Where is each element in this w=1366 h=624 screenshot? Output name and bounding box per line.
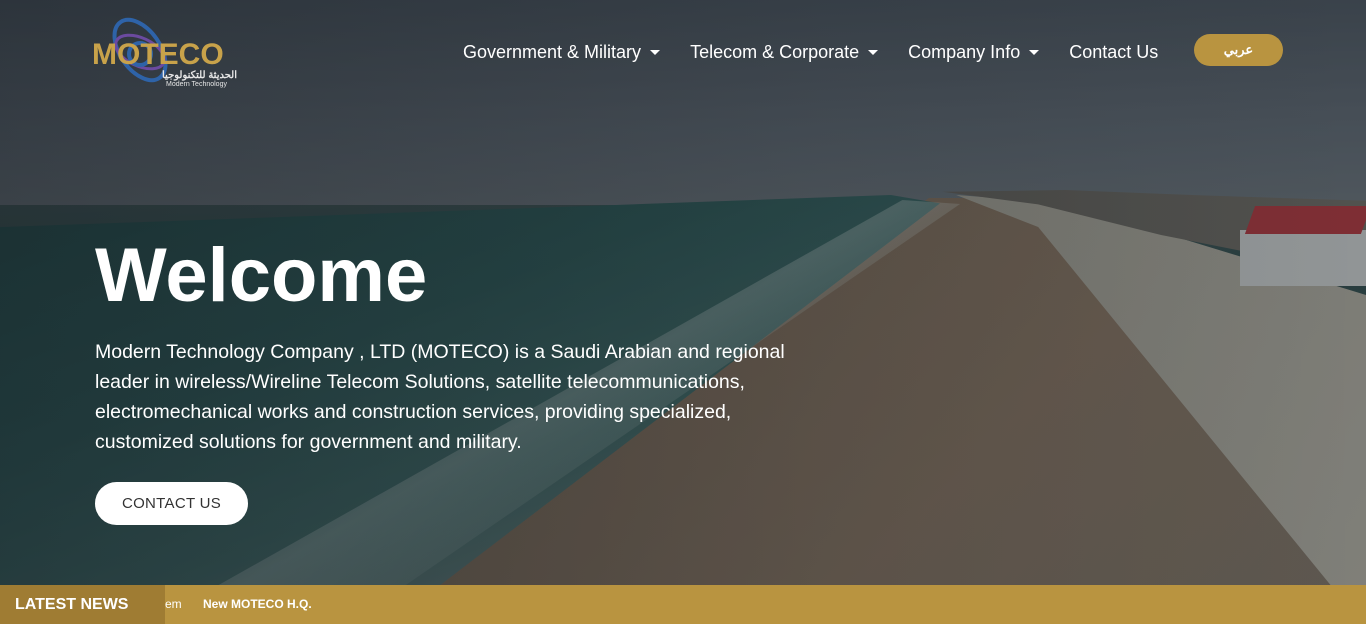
news-ticker-item[interactable]: New MOTECO H.Q. (203, 597, 312, 611)
nav-label: Government & Military (463, 41, 642, 62)
nav-label: Company Info (908, 41, 1021, 62)
language-switch-button[interactable]: عربي (1194, 34, 1283, 66)
moteco-logo[interactable]: MOTECO الحديثة للتكنولوجيا Modern Techno… (88, 10, 238, 92)
nav-telecom-corporate[interactable]: Telecom & Corporate (690, 41, 879, 63)
nav-company-info[interactable]: Company Info (908, 41, 1040, 63)
hero-title: Welcome (95, 233, 428, 318)
contact-us-button[interactable]: CONTACT US (95, 482, 248, 525)
caret-down-icon (1029, 49, 1040, 55)
nav-label: Telecom & Corporate (690, 41, 860, 62)
news-ticker-item-partial[interactable]: em (165, 597, 182, 611)
logo-arabic-text: الحديثة للتكنولوجيا (162, 70, 238, 81)
news-ticker-bar: LATEST NEWS em New MOTECO H.Q. (0, 585, 1366, 624)
nav-contact-us[interactable]: Contact Us (1069, 42, 1158, 63)
caret-down-icon (868, 49, 879, 55)
nav-government-military[interactable]: Government & Military (463, 41, 661, 63)
main-navigation: Government & Military Telecom & Corporat… (463, 38, 1188, 66)
logo-subtitle: Modern Technology (166, 81, 227, 88)
hero-description: Modern Technology Company , LTD (MOTECO)… (95, 341, 785, 453)
nav-label: Contact Us (1069, 41, 1159, 62)
latest-news-label: LATEST NEWS (0, 585, 165, 624)
caret-down-icon (650, 49, 661, 55)
logo-wordmark: MOTECO (92, 38, 224, 71)
